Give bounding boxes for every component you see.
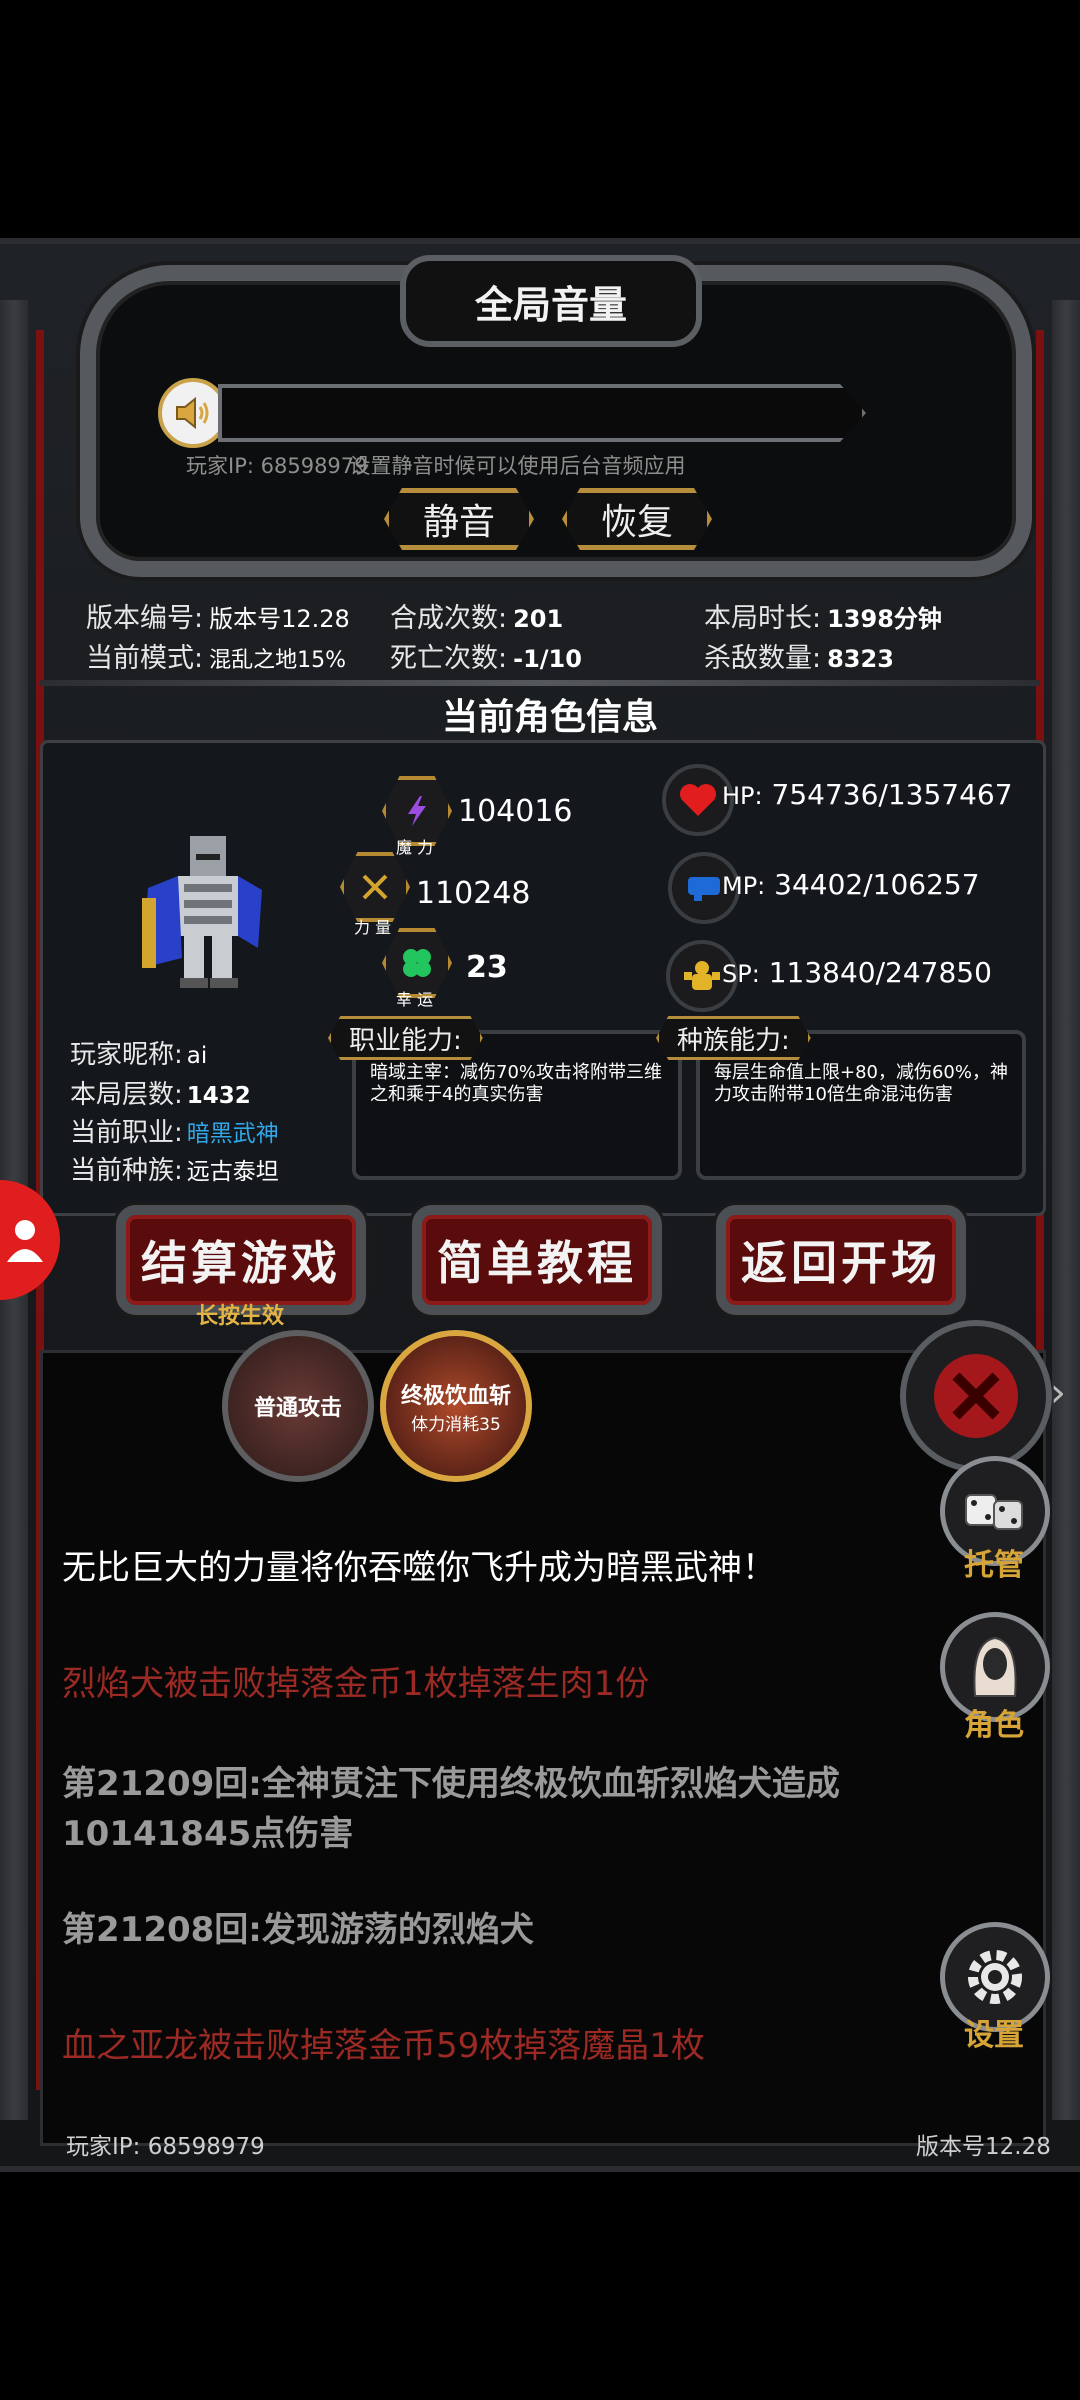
- class-line: 当前职业: 暗黑武神: [70, 1118, 279, 1148]
- restore-button[interactable]: 恢复: [562, 488, 712, 550]
- class-ability-tag: 职业能力:: [328, 1016, 483, 1060]
- footer-version: 版本号12.28: [916, 2134, 1051, 2160]
- ultimate-skill-button[interactable]: 终极饮血斩 体力消耗35: [380, 1330, 532, 1482]
- magic-value: 104016: [458, 794, 573, 829]
- luck-caption: 幸 运: [396, 990, 434, 1009]
- hooded-figure-icon: [973, 1636, 1017, 1697]
- auto-play-label: 托管: [964, 1548, 1024, 1583]
- tutorial-button[interactable]: 简单教程: [412, 1205, 662, 1315]
- close-button[interactable]: [900, 1320, 1052, 1472]
- log-line: 烈焰犬被击败掉落金币1枚掉落生肉1份: [62, 1664, 650, 1704]
- speaker-icon: [176, 396, 209, 430]
- dice-icon: [965, 1494, 1023, 1530]
- nickname-line: 玩家昵称: ai: [70, 1040, 208, 1070]
- race-line: 当前种族: 远古泰坦: [70, 1156, 279, 1186]
- role-label: 角色: [964, 1708, 1024, 1743]
- strength-value: 110248: [416, 876, 531, 911]
- craft-stat: 合成次数: 201: [390, 603, 564, 634]
- volume-title: 全局音量: [400, 255, 702, 347]
- right-rail: [1052, 300, 1080, 2120]
- speaker-button[interactable]: [158, 378, 228, 448]
- chevron-right-icon[interactable]: ›: [1050, 1370, 1066, 1416]
- mp-value: MP: 34402/106257: [722, 868, 980, 901]
- log-line: 10141845点伤害: [62, 1814, 354, 1854]
- settle-hold-hint: 长按生效: [196, 1304, 285, 1329]
- hp-value: HP: 754736/1357467: [722, 778, 1013, 811]
- luck-value: 23: [466, 950, 508, 985]
- version-stat: 版本编号: 版本号12.28: [86, 603, 350, 634]
- ip-hint: 玩家IP: 68598979设置静音时候可以使用后台音频应用: [186, 454, 686, 478]
- gear-icon: [968, 1950, 1022, 2004]
- footer-ip: 玩家IP: 68598979: [66, 2134, 265, 2160]
- log-line: 第21208回:发现游荡的烈焰犬: [62, 1910, 534, 1950]
- mute-button[interactable]: 静音: [384, 488, 534, 550]
- sp-value: SP: 113840/247850: [722, 956, 992, 989]
- section-title: 当前角色信息: [441, 697, 658, 738]
- knight-avatar: [142, 836, 262, 988]
- kills-stat: 杀敌数量: 8323: [704, 643, 894, 674]
- back-to-start-button[interactable]: 返回开场: [716, 1205, 966, 1315]
- log-line: 无比巨大的力量将你吞噬你飞升成为暗黑武神！: [62, 1548, 776, 1588]
- magic-caption: 魔 力: [396, 838, 434, 857]
- volume-slider[interactable]: [218, 384, 866, 442]
- close-icon: [934, 1354, 1018, 1438]
- section-divider: [40, 680, 1040, 686]
- floor-line: 本局层数: 1432: [70, 1080, 251, 1110]
- normal-attack-button[interactable]: 普通攻击: [222, 1330, 374, 1482]
- log-line: 第21209回:全神贯注下使用终极饮血斩烈焰犬造成: [62, 1764, 840, 1804]
- strength-caption: 力 量: [354, 918, 392, 937]
- race-ability-tag: 种族能力:: [656, 1016, 811, 1060]
- time-stat: 本局时长: 1398分钟: [704, 603, 942, 634]
- death-stat: 死亡次数: -1/10: [390, 643, 582, 674]
- log-line: 血之亚龙被击败掉落金币59枚掉落魔晶1枚: [62, 2026, 705, 2066]
- user-icon: [7, 1220, 43, 1262]
- mode-stat: 当前模式: 混乱之地15%: [86, 643, 347, 674]
- settings-label: 设置: [964, 2018, 1024, 2053]
